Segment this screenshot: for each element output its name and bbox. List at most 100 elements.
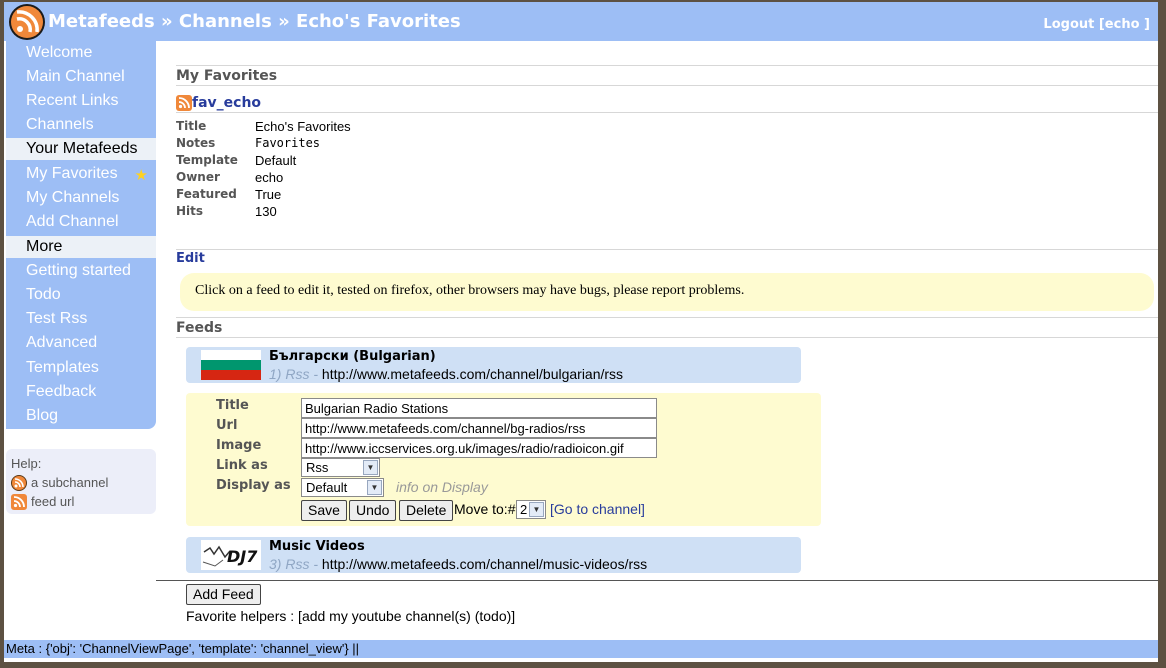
move-to-select[interactable]: 2 ▼ [516,500,546,519]
prop-value: 130 [255,204,277,219]
prop-value: Favorites [255,136,321,150]
prop-value: Echo's Favorites [255,119,351,134]
sidebar-item-label: My Favorites [26,165,118,182]
editor-url-input[interactable]: http://www.metafeeds.com/channel/bg-radi… [301,418,657,438]
go-to-channel-link[interactable]: [Go to channel] [550,501,645,517]
prop-key: Hits [176,204,204,218]
meta-footer: Meta : {'obj': 'ChannelViewPage', 'templ… [4,640,1158,658]
favorite-helpers[interactable]: Favorite helpers : [add my youtube chann… [186,608,515,624]
move-to-value: 2 [520,502,528,517]
prop-key: Template [176,153,238,167]
help-subchannel-label: a subchannel [31,475,109,490]
editor-title-label: Title [216,398,249,413]
display-as-value: Default [306,480,348,495]
sidebar-item-advanced[interactable]: Advanced [6,332,156,354]
rss-feed-icon[interactable] [176,94,192,111]
feed-meta: 3) Rss - http://www.metafeeds.com/channe… [269,556,647,572]
sidebar-item-my-favorites[interactable]: My Favorites ★ [6,163,156,185]
editor-url-label: Url [216,418,238,433]
feed-index: 3) Rss [269,556,310,572]
help-subchannel: a subchannel [11,473,151,492]
feed-edit-panel: Title Bulgarian Radio Stations Url http:… [186,393,821,526]
display-as-select[interactable]: Default ▼ [301,478,384,497]
sidebar-item-main-channel[interactable]: Main Channel [6,66,156,88]
sidebar-item-channels[interactable]: Channels [6,114,156,136]
help-title: Help: [11,456,42,471]
prop-template: Template Default [176,153,576,170]
editor-title-input[interactable]: Bulgarian Radio Stations [301,398,657,418]
logout-link[interactable]: Logout [echo ] [1043,17,1150,32]
breadcrumb-separator: » [278,11,290,32]
top-header: Metafeeds » Channels » Echo's Favorites … [4,2,1158,41]
display-info-link[interactable]: info on Display [396,479,488,495]
sidebar-item-welcome[interactable]: Welcome [6,42,156,64]
prop-owner: Owner echo [176,170,576,187]
favorite-name-link[interactable]: fav_echo [192,95,261,111]
breadcrumb-metafeeds[interactable]: Metafeeds [48,11,155,32]
edit-link[interactable]: Edit [176,249,1158,266]
add-feed-button[interactable]: Add Feed [186,584,261,605]
help-feed-url: feed url [11,492,151,511]
favorite-channel-name: fav_echo [176,93,1158,113]
editor-display-as-label: Display as [216,478,291,493]
save-button[interactable]: Save [301,500,347,521]
breadcrumb-current[interactable]: Echo's Favorites [296,11,461,32]
feed-separator: - [313,366,319,382]
chevron-down-icon: ▼ [363,460,378,475]
sidebar-item-getting-started[interactable]: Getting started [6,260,156,282]
bulgarian-flag-icon [201,350,261,380]
link-as-value: Rss [306,460,329,475]
feed-url[interactable]: http://www.metafeeds.com/channel/bulgari… [322,366,623,382]
link-as-select[interactable]: Rss ▼ [301,458,380,477]
sidebar-item-recent-links[interactable]: Recent Links [6,90,156,112]
breadcrumb-separator: » [161,11,173,32]
undo-button[interactable]: Undo [349,500,397,521]
feed-card-music-videos[interactable]: DJ7 Music Videos 3) Rss - http://www.met… [186,537,801,573]
prop-key: Title [176,119,207,133]
feed-url[interactable]: http://www.metafeeds.com/channel/music-v… [322,556,647,572]
star-icon: ★ [134,167,148,184]
prop-notes: Notes Favorites [176,136,576,153]
music-videos-thumbnail-icon: DJ7 [201,540,261,570]
editor-image-label: Image [216,438,262,453]
feed-card-bulgarian[interactable]: Български (Bulgarian) 1) Rss - http://ww… [186,347,801,383]
chevron-down-icon: ▼ [529,502,544,517]
prop-value: echo [255,170,284,185]
section-title-my-favorites: My Favorites [176,65,1158,86]
prop-key: Owner [176,170,220,184]
main-content: My Favorites fav_echo Title Echo's Favor… [172,41,1158,641]
sidebar-item-my-channels[interactable]: My Channels [6,187,156,209]
divider [156,580,1158,581]
sidebar-item-add-channel[interactable]: Add Channel [6,211,156,233]
feed-index: 1) Rss [269,366,310,382]
page: Metafeeds » Channels » Echo's Favorites … [4,2,1158,662]
feed-separator: - [313,556,319,572]
delete-button[interactable]: Delete [399,500,454,521]
sidebar-item-feedback[interactable]: Feedback [6,381,156,403]
feed-title[interactable]: Български (Bulgarian) [269,349,436,364]
prop-value: True [255,187,282,202]
prop-title: Title Echo's Favorites [176,119,576,136]
feed-meta: 1) Rss - http://www.metafeeds.com/channe… [269,366,623,382]
edit-notice: Click on a feed to edit it, tested on fi… [180,273,1154,311]
editor-image-input[interactable]: http://www.iccservices.org.uk/images/rad… [301,438,657,458]
subchannel-icon [11,474,27,491]
rss-feed-icon [11,493,27,510]
rss-logo-icon[interactable] [9,4,45,40]
sidebar-item-test-rss[interactable]: Test Rss [6,308,156,330]
prop-hits: Hits 130 [176,204,576,221]
sidebar-item-todo[interactable]: Todo [6,284,156,306]
prop-featured: Featured True [176,187,576,204]
sidebar-item-templates[interactable]: Templates [6,357,156,379]
editor-link-as-label: Link as [216,458,268,473]
breadcrumb-channels[interactable]: Channels [179,11,272,32]
sidebar-section-your-metafeeds: Your Metafeeds [6,138,156,160]
svg-text:DJ7: DJ7 [227,547,258,566]
prop-key: Featured [176,187,237,201]
prop-value: Default [255,153,297,168]
feed-title[interactable]: Music Videos [269,539,365,554]
chevron-down-icon: ▼ [367,480,382,495]
prop-key: Notes [176,136,216,150]
sidebar-item-blog[interactable]: Blog [6,405,156,427]
sidebar-section-more: More [6,236,156,258]
